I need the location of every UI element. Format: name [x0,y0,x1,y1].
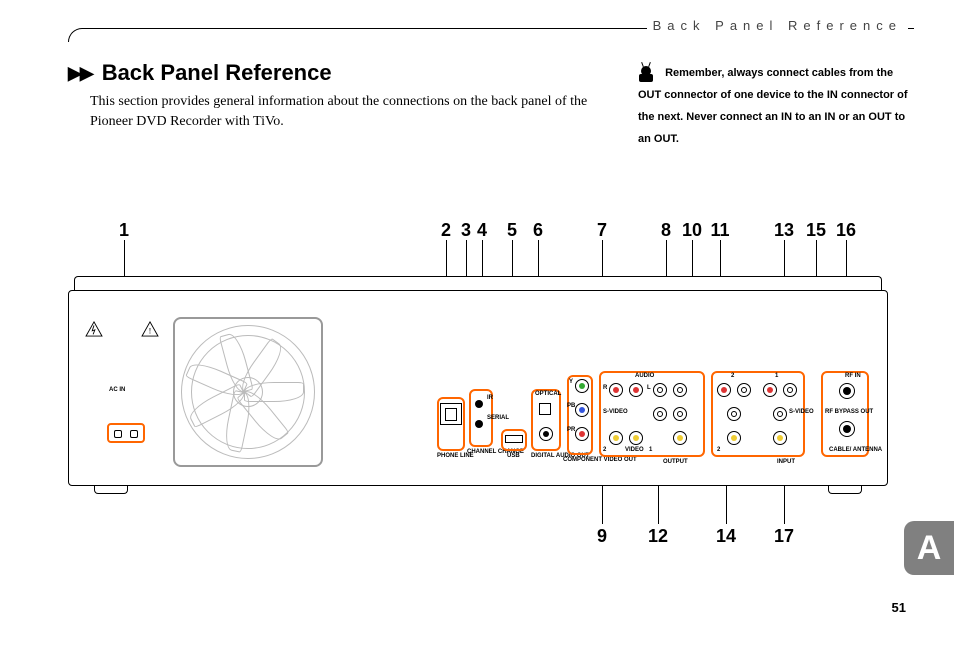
label-optical: OPTICAL [535,391,561,397]
label-ac-in: AC IN [109,387,125,393]
label-usb: USB [507,453,520,459]
svg-text:!: ! [149,325,152,335]
label-component-video-out: COMPONENT VIDEO OUT [563,457,599,463]
label-video-out: VIDEO [625,447,644,453]
port-in-audio-l2 [737,383,751,397]
label-audio-out: AUDIO [635,373,654,379]
fan-grille [173,317,323,467]
callout-4: 4 [477,220,487,241]
port-ac-in [107,423,145,443]
callout-7: 7 [597,220,607,241]
section-title: ▶▶ Back Panel Reference [68,60,332,86]
port-in-svideo2 [727,407,741,421]
label-rf-in: RF IN [845,373,861,379]
port-in-audio-r1 [763,383,777,397]
label-output: OUTPUT [663,459,688,465]
port-digital-coax [539,427,553,441]
callout-3: 3 [461,220,471,241]
callout-10: 10 [682,220,702,241]
port-out-svideo2 [653,407,667,421]
chassis-foot [94,486,128,494]
section-tab: A [904,521,954,575]
callout-15: 15 [806,220,826,241]
port-rf-bypass [839,421,855,437]
callout-17: 17 [774,526,794,547]
port-phone-line [440,403,462,425]
port-in-audio-r2 [717,383,731,397]
callout-2: 2 [441,220,451,241]
port-in-svideo1 [773,407,787,421]
callout-14: 14 [716,526,736,547]
callout-9: 9 [597,526,607,547]
label-rf-bypass: RF BYPASS OUT [825,409,875,415]
callout-8: 8 [661,220,671,241]
title-text: Back Panel Reference [102,60,332,86]
port-in-video1 [773,431,787,445]
label-serial: SERIAL [487,415,509,421]
label-digital-audio-out: DIGITAL AUDIO OUT [531,453,563,459]
port-component-y [575,379,589,393]
chassis-foot [828,486,862,494]
port-out-audio-l1 [673,383,687,397]
port-optical [539,403,551,415]
page-number: 51 [892,600,906,615]
double-arrow-icon: ▶▶ [68,63,92,84]
intro-paragraph: This section provides general informatio… [90,92,590,131]
port-component-pb [575,403,589,417]
port-in-video2 [727,431,741,445]
port-in-audio-l1 [783,383,797,397]
hl-digital-audio [531,389,561,451]
port-serial [475,415,483,433]
port-component-pr [575,427,589,441]
label-r-out: R [603,385,607,391]
callout-6: 6 [533,220,543,241]
port-out-video1b [673,431,687,445]
label-one-out: 1 [649,447,652,453]
callout-13: 13 [774,220,794,241]
port-out-audio-r2 [609,383,623,397]
port-out-svideo1 [673,407,687,421]
label-l-out: L [647,385,651,391]
label-cable-antenna: CABLE/ ANTENNA [829,447,869,453]
callout-5: 5 [507,220,517,241]
warning-caution-icon: ! [141,321,159,342]
chassis: ! AC IN PHONE LINE [68,276,888,486]
port-ir [475,395,483,413]
label-input: INPUT [777,459,795,465]
sidebar-text: Remember, always connect cables from the… [638,67,908,145]
callout-1: 1 [119,220,129,241]
port-out-video2 [609,431,623,445]
port-rf-in [839,383,855,399]
label-svideo-out: S-VIDEO [603,409,628,415]
label-ir: IR [487,395,493,401]
label-one-in: 1 [775,373,778,379]
label-two-out: 2 [603,447,606,453]
port-usb [505,435,523,443]
tivo-icon [638,64,654,82]
label-channel-change: CHANNEL CHANGE [467,449,495,455]
label-two-in2: 2 [717,447,720,453]
label-svideo-in: S-VIDEO [789,409,814,415]
callout-12: 12 [648,526,668,547]
label-y: Y [569,379,573,385]
callout-16: 16 [836,220,856,241]
label-two-in: 2 [731,373,734,379]
sidebar-note: Remember, always connect cables from the… [638,62,908,150]
port-out-video1a [629,431,643,445]
running-head: Back Panel Reference [647,18,908,33]
port-out-audio-r1 [629,383,643,397]
warning-shock-icon [85,321,103,342]
port-out-audio-l2 [653,383,667,397]
callout-11: 11 [710,220,729,241]
